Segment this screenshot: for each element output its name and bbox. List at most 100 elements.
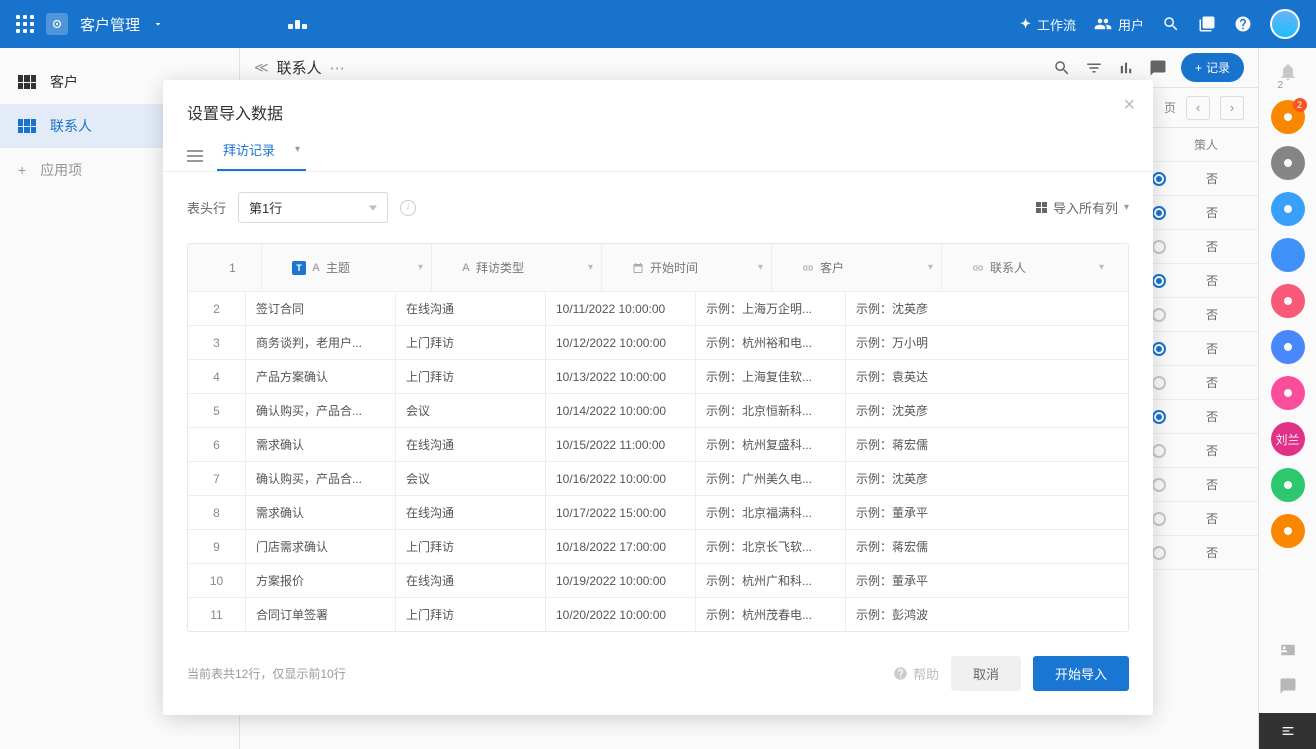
cell-contact: 示例：沈英彦	[846, 462, 996, 495]
row-number: 10	[188, 564, 246, 597]
link-icon	[802, 262, 814, 274]
header-row-select[interactable]: 第1行	[238, 192, 388, 223]
table-row[interactable]: 6 需求确认 在线沟通 10/15/2022 11:00:00 示例：杭州复盛科…	[188, 428, 1128, 462]
import-preview-table: 1 T A 主题 ▾ A 拜访类型 ▾ 开始时间 ▾	[187, 243, 1129, 632]
column-name: 客户	[820, 259, 844, 276]
columns-icon	[1036, 202, 1047, 213]
cell-contact: 示例：沈英彦	[846, 394, 996, 427]
chevron-down-icon[interactable]: ▾	[295, 144, 300, 155]
import-all-columns-button[interactable]: 导入所有列 ▾	[1036, 198, 1129, 217]
table-row[interactable]: 7 确认购买，产品合... 会议 10/16/2022 10:00:00 示例：…	[188, 462, 1128, 496]
chevron-down-icon: ▾	[588, 262, 593, 273]
cell-customer: 示例：北京恒新科...	[696, 394, 846, 427]
cell-start-time: 10/18/2022 17:00:00	[546, 530, 696, 563]
cell-customer: 示例：杭州裕和电...	[696, 326, 846, 359]
cell-contact: 示例：彭鸿波	[846, 598, 996, 631]
cell-customer: 示例：杭州广和科...	[696, 564, 846, 597]
footer-note: 当前表共12行，仅显示前10行	[187, 665, 346, 682]
row-number: 3	[188, 326, 246, 359]
column-header-subject[interactable]: T A 主题 ▾	[282, 244, 432, 291]
row-number: 4	[188, 360, 246, 393]
table-row[interactable]: 11 合同订单签署 上门拜访 10/20/2022 10:00:00 示例：杭州…	[188, 598, 1128, 631]
cell-customer: 示例：杭州茂春电...	[696, 598, 846, 631]
column-header-start-time[interactable]: 开始时间 ▾	[622, 244, 772, 291]
column-name: 主题	[326, 259, 350, 276]
table-header-row: 1 T A 主题 ▾ A 拜访类型 ▾ 开始时间 ▾	[188, 244, 1128, 292]
cell-customer: 示例：广州美久电...	[696, 462, 846, 495]
cell-contact: 示例：蒋宏儒	[846, 530, 996, 563]
tab-visit-records[interactable]: 拜访记录 ▾	[217, 140, 306, 171]
cell-start-time: 10/12/2022 10:00:00	[546, 326, 696, 359]
cell-subject: 门店需求确认	[246, 530, 396, 563]
key-field-icon: T	[292, 261, 306, 275]
cell-subject: 需求确认	[246, 428, 396, 461]
cell-start-time: 10/20/2022 10:00:00	[546, 598, 696, 631]
row-number: 6	[188, 428, 246, 461]
table-row[interactable]: 9 门店需求确认 上门拜访 10/18/2022 17:00:00 示例：北京长…	[188, 530, 1128, 564]
import-all-label: 导入所有列	[1053, 198, 1118, 217]
cell-contact: 示例：蒋宏儒	[846, 428, 996, 461]
cell-contact: 示例：沈英彦	[846, 292, 996, 325]
cell-subject: 确认购买，产品合...	[246, 394, 396, 427]
header-row-label: 表头行	[187, 198, 226, 217]
cell-contact: 示例：董承平	[846, 496, 996, 529]
cell-subject: 确认购买，产品合...	[246, 462, 396, 495]
chevron-down-icon: ▾	[1124, 202, 1129, 213]
cell-subject: 产品方案确认	[246, 360, 396, 393]
info-icon[interactable]: i	[400, 200, 416, 216]
row-number: 8	[188, 496, 246, 529]
help-label: 帮助	[913, 664, 939, 683]
row-number: 2	[188, 292, 246, 325]
cell-start-time: 10/13/2022 10:00:00	[546, 360, 696, 393]
import-modal: 设置导入数据 × 拜访记录 ▾ 表头行 第1行 i 导入所有列 ▾	[163, 80, 1153, 715]
column-header-visit-type[interactable]: A 拜访类型 ▾	[452, 244, 602, 291]
close-button[interactable]: ×	[1123, 94, 1135, 117]
table-row[interactable]: 5 确认购买，产品合... 会议 10/14/2022 10:00:00 示例：…	[188, 394, 1128, 428]
cell-contact: 示例：万小明	[846, 326, 996, 359]
cell-visit-type: 上门拜访	[396, 598, 546, 631]
link-icon	[972, 262, 984, 274]
column-name: 开始时间	[650, 259, 698, 276]
chevron-down-icon: ▾	[758, 262, 763, 273]
cell-contact: 示例：董承平	[846, 564, 996, 597]
table-row[interactable]: 2 签订合同 在线沟通 10/11/2022 10:00:00 示例：上海万企明…	[188, 292, 1128, 326]
cell-start-time: 10/19/2022 10:00:00	[546, 564, 696, 597]
cell-start-time: 10/15/2022 11:00:00	[546, 428, 696, 461]
cell-customer: 示例：上海万企明...	[696, 292, 846, 325]
row-number: 7	[188, 462, 246, 495]
cell-visit-type: 在线沟通	[396, 292, 546, 325]
cell-visit-type: 会议	[396, 394, 546, 427]
row-number: 11	[188, 598, 246, 631]
cell-visit-type: 在线沟通	[396, 496, 546, 529]
cell-subject: 签订合同	[246, 292, 396, 325]
cell-visit-type: 上门拜访	[396, 530, 546, 563]
table-row[interactable]: 4 产品方案确认 上门拜访 10/13/2022 10:00:00 示例：上海复…	[188, 360, 1128, 394]
cell-start-time: 10/17/2022 15:00:00	[546, 496, 696, 529]
column-name: 拜访类型	[476, 259, 524, 276]
help-link[interactable]: 帮助	[893, 664, 939, 683]
select-value: 第1行	[249, 201, 282, 216]
column-header-contact[interactable]: 联系人 ▾	[962, 244, 1112, 291]
text-type-icon: A	[462, 262, 470, 274]
column-name: 联系人	[990, 259, 1026, 276]
table-row[interactable]: 8 需求确认 在线沟通 10/17/2022 15:00:00 示例：北京福满科…	[188, 496, 1128, 530]
cell-customer: 示例：北京福满科...	[696, 496, 846, 529]
cell-contact: 示例：袁英达	[846, 360, 996, 393]
start-import-button[interactable]: 开始导入	[1033, 656, 1129, 691]
table-row[interactable]: 10 方案报价 在线沟通 10/19/2022 10:00:00 示例：杭州广和…	[188, 564, 1128, 598]
text-type-icon: A	[312, 262, 320, 274]
cell-visit-type: 上门拜访	[396, 326, 546, 359]
column-header-customer[interactable]: 客户 ▾	[792, 244, 942, 291]
cell-subject: 方案报价	[246, 564, 396, 597]
row-number: 9	[188, 530, 246, 563]
help-icon	[893, 666, 908, 681]
row-number: 5	[188, 394, 246, 427]
cell-visit-type: 在线沟通	[396, 564, 546, 597]
header-rownum: 1	[204, 244, 262, 291]
cancel-button[interactable]: 取消	[951, 656, 1021, 691]
menu-icon[interactable]	[187, 150, 203, 162]
cell-start-time: 10/14/2022 10:00:00	[546, 394, 696, 427]
cell-visit-type: 会议	[396, 462, 546, 495]
table-row[interactable]: 3 商务谈判，老用户... 上门拜访 10/12/2022 10:00:00 示…	[188, 326, 1128, 360]
cell-customer: 示例：杭州复盛科...	[696, 428, 846, 461]
